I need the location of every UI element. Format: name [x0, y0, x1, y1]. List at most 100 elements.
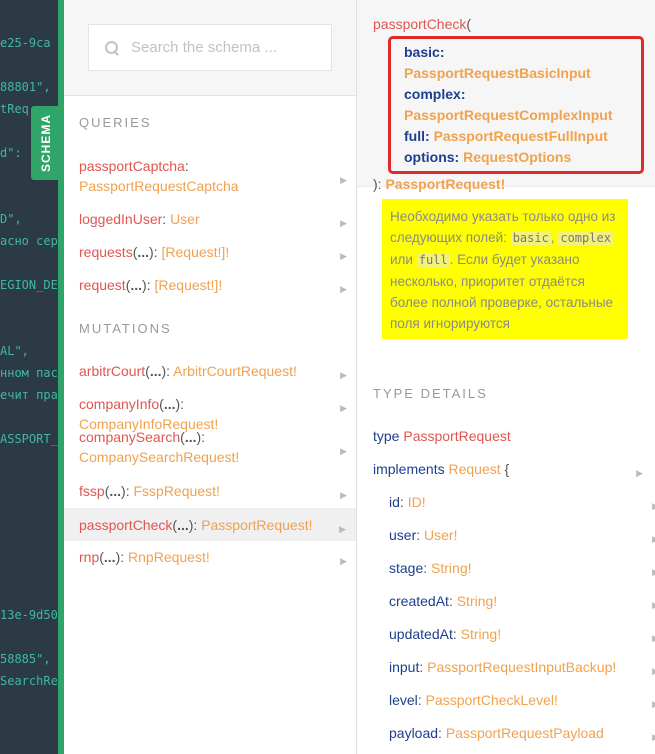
- field-name[interactable]: fssp: [79, 483, 105, 499]
- implements-keyword: implements: [373, 461, 445, 477]
- field-type[interactable]: PassportCheckLevel!: [426, 692, 558, 708]
- signature-arg-options: options: RequestOptions: [404, 149, 572, 165]
- field-type[interactable]: User: [170, 211, 200, 227]
- search-box[interactable]: [88, 24, 332, 71]
- query-field-requests[interactable]: requests(...): [Request!]! ▶: [64, 242, 357, 262]
- query-field-request[interactable]: request(...): [Request!]! ▶: [64, 275, 357, 295]
- field-type[interactable]: String!: [431, 560, 471, 576]
- field-args: ...: [109, 483, 122, 499]
- field-type[interactable]: [Request!]!: [162, 244, 230, 260]
- interface-link[interactable]: Request: [448, 461, 500, 477]
- field-name[interactable]: input: [389, 659, 419, 675]
- type-declaration: type PassportRequest: [373, 426, 643, 446]
- field-type[interactable]: String!: [457, 593, 497, 609]
- field-args: ...: [184, 429, 197, 445]
- type-field-updatedat[interactable]: updatedAt: String!▶: [389, 624, 655, 644]
- code-line: d":: [0, 146, 22, 160]
- field-name[interactable]: requests: [79, 244, 133, 260]
- schema-explorer-root: QUERIES passportCaptcha: PassportRequest…: [64, 0, 357, 754]
- chevron-right-icon: ▶: [339, 524, 346, 534]
- chevron-right-icon: ▶: [340, 251, 347, 261]
- field-type[interactable]: ID!: [408, 494, 426, 510]
- mutation-field-arbitrcourt[interactable]: arbitrCourt(...): ArbitrCourtRequest! ▶: [64, 361, 357, 381]
- type-field-user[interactable]: user: User!▶: [389, 525, 655, 545]
- field-type[interactable]: FsspRequest!: [133, 483, 219, 499]
- chevron-right-icon: ▶: [340, 556, 347, 566]
- return-type-link[interactable]: PassportRequest!: [385, 176, 505, 192]
- arg-type-link[interactable]: PassportRequestFullInput: [434, 128, 608, 144]
- code-line: ASSPORT_: [0, 432, 58, 446]
- field-args: ...: [130, 277, 143, 293]
- note-code-basic: basic: [510, 231, 551, 245]
- field-name[interactable]: rnp: [79, 549, 99, 565]
- field-name[interactable]: id: [389, 494, 400, 510]
- signature-arg-complex: complex:: [404, 86, 466, 102]
- field-name[interactable]: request: [79, 277, 126, 293]
- code-line: AL",: [0, 344, 29, 358]
- field-type[interactable]: CompanySearchRequest!: [79, 449, 239, 465]
- field-name[interactable]: payload: [389, 725, 438, 741]
- chevron-right-icon: ▶: [340, 175, 347, 185]
- chevron-right-icon: ▶: [340, 403, 347, 413]
- field-type[interactable]: String!: [461, 626, 501, 642]
- signature-open-paren: (: [466, 16, 472, 32]
- type-keyword: type: [373, 428, 400, 444]
- field-name[interactable]: user: [389, 527, 416, 543]
- field-type[interactable]: User!: [424, 527, 457, 543]
- arg-name: basic: [404, 44, 440, 60]
- field-type[interactable]: PassportRequestCaptcha: [79, 178, 239, 194]
- query-field-loggedinuser[interactable]: loggedInUser: User ▶: [64, 209, 357, 229]
- mutations-section-title: MUTATIONS: [79, 321, 172, 336]
- code-line: нном пас: [0, 366, 58, 380]
- signature-arg-basic: basic: PassportRequestBasicInput: [404, 44, 591, 81]
- type-field-input[interactable]: input: PassportRequestInputBackup!▶: [389, 657, 655, 677]
- code-line: tReq: [0, 102, 29, 116]
- field-name[interactable]: createdAt: [389, 593, 449, 609]
- field-name[interactable]: arbitrCourt: [79, 363, 145, 379]
- type-field-id[interactable]: id: ID!▶: [389, 492, 655, 512]
- field-type[interactable]: PassportRequest!: [201, 517, 312, 533]
- note-text: или: [390, 252, 417, 267]
- field-name[interactable]: companySearch: [79, 429, 180, 445]
- signature-arg-complex-type: PassportRequestComplexInput: [404, 105, 633, 126]
- field-name[interactable]: companyInfo: [79, 396, 159, 412]
- code-line: D",: [0, 212, 22, 226]
- search-input[interactable]: [131, 39, 311, 56]
- implements-row[interactable]: implements Request { ▶: [373, 459, 643, 479]
- schema-tab-button[interactable]: SCHEMA: [31, 106, 60, 180]
- field-type[interactable]: [Request!]!: [155, 277, 223, 293]
- field-name[interactable]: passportCaptcha: [79, 158, 185, 174]
- chevron-right-icon: ▶: [340, 284, 347, 294]
- type-details-title: TYPE DETAILS: [373, 386, 488, 401]
- chevron-right-icon: ▶: [340, 490, 347, 500]
- arg-name: full: [404, 128, 425, 144]
- mutation-field-rnp[interactable]: rnp(...): RnpRequest! ▶: [64, 547, 357, 567]
- field-name[interactable]: level: [389, 692, 418, 708]
- arg-type-link[interactable]: PassportRequestComplexInput: [404, 107, 612, 123]
- note-code-complex: complex: [558, 231, 613, 245]
- open-brace: {: [504, 461, 510, 477]
- mutation-field-companysearch[interactable]: companySearch(...): CompanySearchRequest…: [64, 427, 357, 467]
- field-type[interactable]: RnpRequest!: [128, 549, 210, 565]
- mutation-field-passportcheck[interactable]: passportCheck(...): PassportRequest! ▶: [64, 508, 356, 541]
- search-icon: [105, 40, 119, 55]
- type-field-payload[interactable]: payload: PassportRequestPayload▶: [389, 723, 655, 743]
- field-type[interactable]: PassportRequestPayload: [446, 725, 604, 741]
- field-name[interactable]: stage: [389, 560, 423, 576]
- field-type[interactable]: PassportRequestInputBackup!: [427, 659, 616, 675]
- type-field-level[interactable]: level: PassportCheckLevel!▶: [389, 690, 655, 710]
- type-name: PassportRequest: [403, 428, 511, 444]
- arg-type-link[interactable]: RequestOptions: [463, 149, 571, 165]
- chevron-right-icon: ▶: [340, 446, 347, 456]
- type-field-createdat[interactable]: createdAt: String!▶: [389, 591, 655, 611]
- query-field-passportcaptcha[interactable]: passportCaptcha: PassportRequestCaptcha …: [64, 156, 357, 196]
- code-line: 13e-9d50: [0, 608, 58, 622]
- arg-type-link[interactable]: PassportRequestBasicInput: [404, 65, 591, 81]
- field-name[interactable]: loggedInUser: [79, 211, 162, 227]
- field-name[interactable]: updatedAt: [389, 626, 453, 642]
- mutation-field-fssp[interactable]: fssp(...): FsspRequest! ▶: [64, 481, 357, 501]
- field-type[interactable]: ArbitrCourtRequest!: [173, 363, 297, 379]
- field-name[interactable]: passportCheck: [79, 517, 172, 533]
- type-field-stage[interactable]: stage: String!▶: [389, 558, 655, 578]
- signature-args-highlight: basic: PassportRequestBasicInput complex…: [388, 36, 644, 174]
